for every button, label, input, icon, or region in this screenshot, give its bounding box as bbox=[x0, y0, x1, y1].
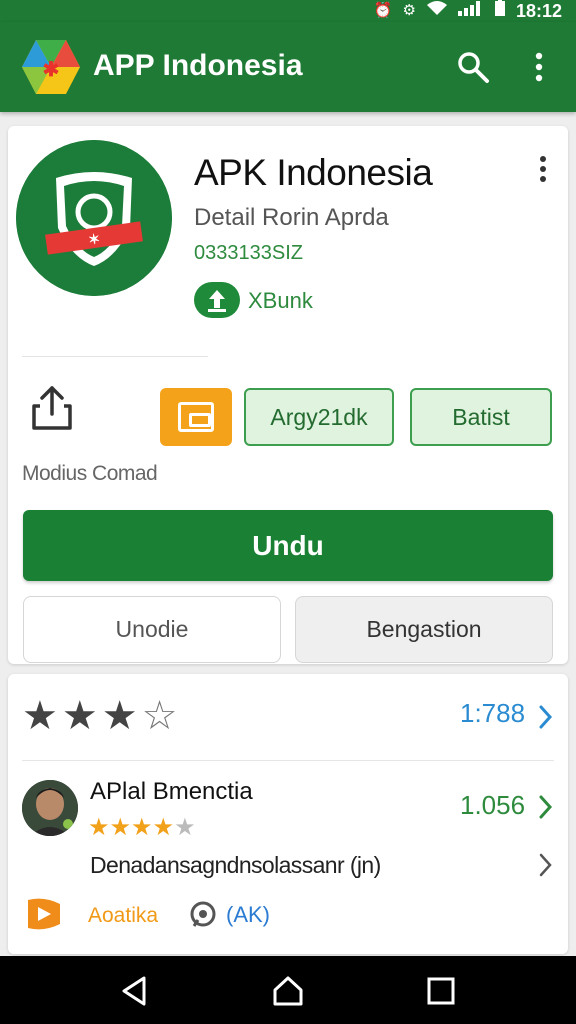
star-empty-icon: ☆ bbox=[141, 693, 178, 739]
star-filled-icon: ★ bbox=[61, 693, 98, 739]
star-filled-icon: ★ bbox=[88, 813, 110, 841]
app-detail-card: ✶ APK Indonesia Detail Rorin Aprda 03331… bbox=[8, 126, 568, 664]
star-empty-icon: ★ bbox=[174, 813, 196, 841]
divider bbox=[22, 760, 554, 761]
secondary-right-button[interactable]: Bengastion bbox=[295, 596, 553, 663]
share-label: Modius Comad bbox=[22, 462, 158, 485]
tag-label-1[interactable]: Aoatika bbox=[88, 904, 158, 928]
review-count-link[interactable]: 1.056 bbox=[460, 790, 525, 821]
badge-label: XBunk bbox=[248, 288, 313, 313]
search-icon[interactable] bbox=[456, 50, 490, 84]
app-bar-title: APP Indonesia bbox=[93, 49, 303, 82]
wallpaper-button[interactable] bbox=[160, 388, 232, 446]
back-icon[interactable] bbox=[118, 974, 152, 1008]
reviewer-stars: ★ ★ ★ ★ ★ bbox=[88, 814, 196, 840]
navigation-bar bbox=[0, 956, 576, 1024]
svg-text:✱: ✱ bbox=[43, 59, 60, 81]
update-badge-icon bbox=[194, 282, 240, 318]
app-name: APK Indonesia bbox=[194, 152, 433, 193]
secondary-left-button[interactable]: Unodie bbox=[23, 596, 281, 663]
install-button[interactable]: Undu bbox=[23, 510, 553, 581]
home-icon[interactable] bbox=[271, 974, 305, 1008]
status-time: 18:12 bbox=[515, 0, 562, 21]
rating-stars: ★ ★ ★ ☆ bbox=[22, 694, 177, 738]
chevron-right-icon[interactable] bbox=[538, 852, 554, 878]
reviewer-name: APlal Bmenctia bbox=[90, 778, 253, 805]
chevron-right-icon[interactable] bbox=[538, 794, 554, 820]
chat-tag-icon bbox=[188, 900, 218, 930]
action-button-b[interactable]: Batist bbox=[410, 388, 552, 446]
settings-status-icon: ⚙ bbox=[402, 2, 416, 19]
status-bar: ⏰ ⚙ 18:12 bbox=[0, 0, 576, 22]
avatar bbox=[22, 780, 78, 836]
app-icon: ✶ bbox=[16, 140, 172, 296]
star-filled-icon: ★ bbox=[22, 693, 58, 739]
chevron-right-icon[interactable] bbox=[538, 704, 554, 730]
signal-icon bbox=[457, 0, 484, 23]
app-bar: ✱ APP Indonesia bbox=[0, 22, 576, 112]
star-filled-icon: ★ bbox=[101, 693, 138, 739]
status-icons: ⏰ ⚙ 18:12 bbox=[374, 0, 562, 22]
frame-icon bbox=[178, 402, 214, 432]
action-button-a[interactable]: Argy21dk bbox=[244, 388, 394, 446]
alarm-icon: ⏰ bbox=[373, 2, 393, 19]
share-upload-icon[interactable] bbox=[26, 382, 78, 434]
wifi-icon bbox=[426, 0, 448, 23]
tag-label-2[interactable]: (AK) bbox=[226, 902, 270, 928]
review-text: Denadansagndnsolassanr (jn) bbox=[90, 852, 381, 878]
more-vert-icon[interactable] bbox=[526, 50, 552, 84]
reviews-card: ★ ★ ★ ☆ 1:788 APlal Bmenctia ★ ★ ★ ★ ★ 1… bbox=[8, 674, 568, 954]
recents-icon[interactable] bbox=[424, 974, 458, 1008]
star-filled-icon: ★ bbox=[109, 813, 132, 841]
divider bbox=[22, 356, 208, 357]
play-tag-icon bbox=[24, 896, 64, 932]
store-logo-icon: ✱ bbox=[22, 40, 80, 94]
battery-icon bbox=[494, 0, 506, 24]
rating-count-link[interactable]: 1:788 bbox=[460, 698, 525, 729]
svg-text:✶: ✶ bbox=[87, 230, 101, 247]
app-subtitle: Detail Rorin Aprda bbox=[194, 204, 389, 231]
star-filled-icon: ★ bbox=[152, 813, 175, 841]
overflow-menu-icon[interactable] bbox=[536, 154, 550, 184]
star-filled-icon: ★ bbox=[131, 813, 153, 841]
app-code: 0333133SIZ bbox=[194, 242, 303, 264]
